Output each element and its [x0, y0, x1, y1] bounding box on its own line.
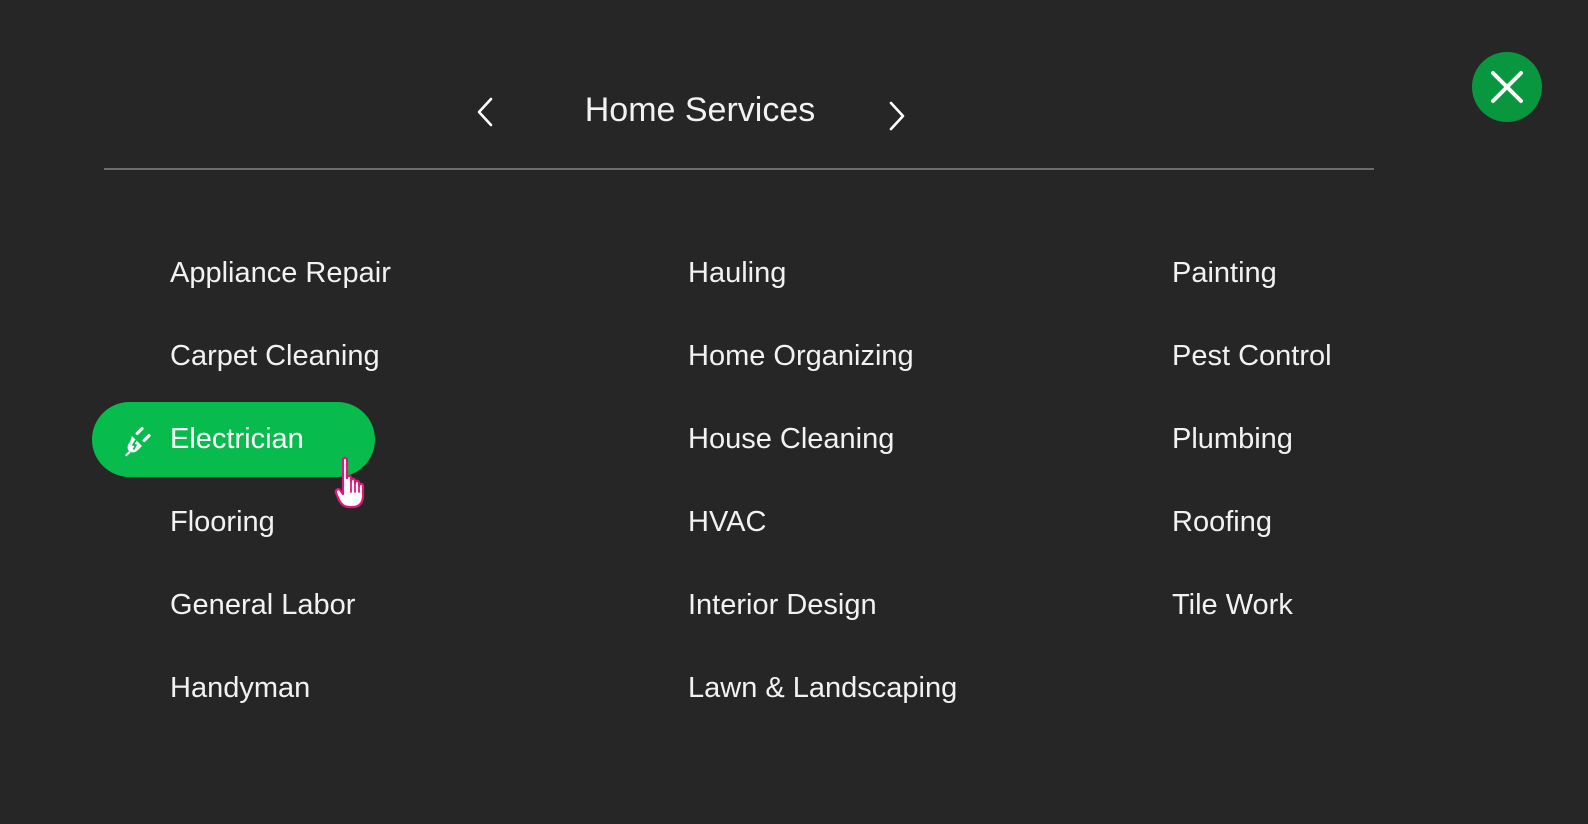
service-item-label: House Cleaning	[688, 423, 895, 455]
service-item-label: Plumbing	[1172, 423, 1293, 455]
service-item-painting[interactable]: Painting	[1172, 236, 1332, 311]
service-item-label: Painting	[1172, 257, 1277, 289]
service-item-label: Lawn & Landscaping	[688, 672, 958, 704]
service-item-label: Home Organizing	[688, 340, 914, 372]
previous-category-button[interactable]	[468, 92, 504, 132]
service-item-appliance-repair[interactable]: Appliance Repair	[92, 236, 391, 311]
service-item-roofing[interactable]: Roofing	[1172, 485, 1332, 560]
service-item-label: Handyman	[170, 672, 311, 704]
service-item-interior-design[interactable]: Interior Design	[688, 568, 957, 643]
hand-pointer-icon	[334, 456, 365, 509]
service-column-3: Painting Pest Control Plumbing Roofing T…	[1172, 236, 1332, 651]
service-item-label: General Labor	[170, 589, 356, 621]
service-item-label: Hauling	[688, 257, 787, 289]
service-item-label: Roofing	[1172, 506, 1272, 538]
service-item-label: Interior Design	[688, 589, 877, 621]
service-item-electrician[interactable]: Electrician	[92, 402, 375, 477]
service-item-label: HVAC	[688, 506, 767, 538]
service-item-tile-work[interactable]: Tile Work	[1172, 568, 1332, 643]
service-item-plumbing[interactable]: Plumbing	[1172, 402, 1332, 477]
plug-icon	[125, 426, 151, 457]
service-item-pest-control[interactable]: Pest Control	[1172, 319, 1332, 394]
category-header: Home Services	[0, 0, 1588, 170]
service-item-label: Electrician	[170, 423, 304, 455]
header-divider	[104, 168, 1374, 170]
chevron-left-icon	[477, 97, 493, 127]
next-category-button[interactable]	[878, 96, 914, 136]
close-icon	[1491, 71, 1523, 103]
page-title: Home Services	[584, 91, 816, 129]
close-button[interactable]	[1472, 52, 1542, 122]
service-column-2: Hauling Home Organizing House Cleaning H…	[688, 236, 957, 734]
service-item-house-cleaning[interactable]: House Cleaning	[688, 402, 957, 477]
service-item-lawn-landscaping[interactable]: Lawn & Landscaping	[688, 651, 957, 726]
service-item-label: Pest Control	[1172, 340, 1332, 372]
service-item-general-labor[interactable]: General Labor	[92, 568, 391, 643]
service-item-label: Appliance Repair	[170, 257, 391, 289]
service-item-carpet-cleaning[interactable]: Carpet Cleaning	[92, 319, 391, 394]
service-item-hauling[interactable]: Hauling	[688, 236, 957, 311]
chevron-right-icon	[889, 101, 905, 131]
service-item-hvac[interactable]: HVAC	[688, 485, 957, 560]
service-item-home-organizing[interactable]: Home Organizing	[688, 319, 957, 394]
service-item-label: Flooring	[170, 506, 275, 538]
service-item-label: Tile Work	[1172, 589, 1293, 621]
service-item-label: Carpet Cleaning	[170, 340, 380, 372]
service-item-handyman[interactable]: Handyman	[92, 651, 391, 726]
